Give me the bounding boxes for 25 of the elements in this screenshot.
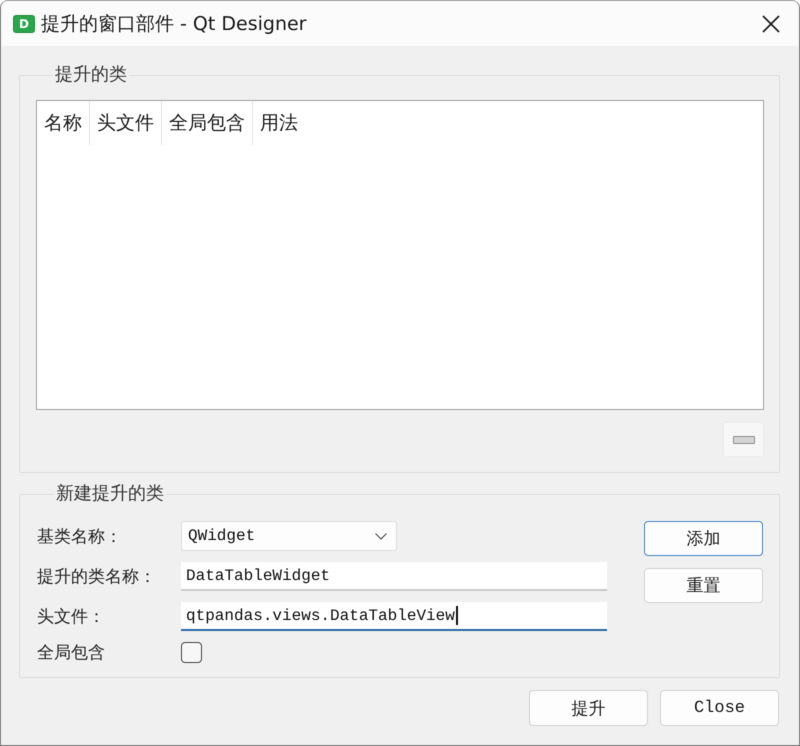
group-title: 提升的类 xyxy=(54,64,128,86)
button[interactable]: 提升 xyxy=(529,690,648,726)
column-header[interactable]: 头文件 xyxy=(90,101,162,145)
checkbox[interactable] xyxy=(181,642,202,663)
button[interactable]: 重置 xyxy=(644,568,763,603)
minus-icon xyxy=(732,436,754,444)
button[interactable]: 添加 xyxy=(644,521,763,556)
dropdown[interactable]: QWidget xyxy=(181,521,397,551)
field-label: 全局包含 xyxy=(37,642,106,664)
button[interactable]: Close xyxy=(660,690,779,726)
column-header[interactable]: 用法 xyxy=(253,101,305,145)
app-logo: D xyxy=(13,14,35,32)
text-field[interactable]: qtpandas.views.DataTableView xyxy=(181,602,607,631)
field-label: 基类名称： xyxy=(37,526,123,548)
text-field[interactable]: DataTableWidget xyxy=(181,562,607,591)
field-label: 提升的类名称： xyxy=(37,566,157,588)
close-icon xyxy=(762,14,780,32)
group-title: 新建提升的类 xyxy=(55,483,165,505)
remove-button[interactable] xyxy=(723,422,764,457)
field-label: 头文件： xyxy=(37,606,106,628)
column-header[interactable]: 全局包含 xyxy=(162,101,253,145)
text-cursor-icon xyxy=(456,606,458,625)
column-header[interactable]: 名称 xyxy=(37,101,90,145)
chevron-down-icon xyxy=(375,532,387,540)
window-title: 提升的窗口部件 - Qt Designer xyxy=(41,12,306,36)
